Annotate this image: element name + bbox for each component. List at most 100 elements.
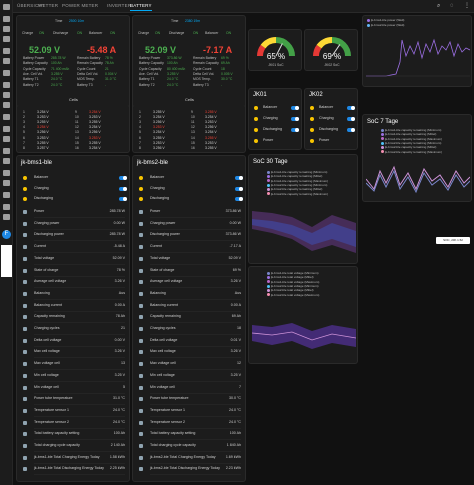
- battery-current: -5.48 A: [87, 45, 117, 55]
- row-label: jk-bms2-ble Total Discharging Energy Tod…: [150, 466, 220, 471]
- overview-icon[interactable]: [3, 16, 10, 22]
- jk-toggle[interactable]: [347, 117, 355, 121]
- left-row-label: Battery T1: [139, 77, 155, 82]
- row-label: Min cell voltage: [150, 372, 175, 377]
- legend-entry[interactable]: jk-bms2-ble total voltage (Maximum): [267, 293, 319, 297]
- row-value: 3.26 V: [114, 279, 125, 284]
- switch-label: Discharging: [150, 196, 169, 200]
- settings-icon[interactable]: [3, 136, 10, 142]
- row-value: 24.0 °C: [112, 419, 125, 424]
- card-title: SoC 7 Tage: [367, 119, 399, 125]
- jk-title: JK02: [309, 92, 323, 98]
- row-value: Aus: [234, 290, 241, 295]
- menu-icon[interactable]: [3, 4, 10, 10]
- notifications-icon[interactable]: [3, 192, 10, 198]
- media-icon[interactable]: [3, 82, 10, 88]
- cell-voltage: 3.257 V: [37, 145, 49, 150]
- row-icon: [23, 268, 27, 273]
- row-separator: [34, 462, 125, 464]
- legend-entry[interactable]: jk-bms2-ble capacity remaining (Maximum): [381, 150, 442, 154]
- switch-toggle[interactable]: [119, 197, 127, 201]
- right-row-value: 78 Ah: [105, 61, 114, 66]
- cell-voltage: 3.255 V: [205, 135, 217, 140]
- row-label: Total battery capacity setting: [34, 431, 80, 436]
- jk-toggle[interactable]: [291, 128, 299, 132]
- map-icon[interactable]: [3, 48, 10, 54]
- jk-row-icon: [310, 128, 314, 132]
- row-icon: [23, 315, 27, 320]
- search-icon[interactable]: ⌕: [437, 3, 443, 9]
- profile-icon[interactable]: [3, 204, 10, 210]
- row-value: 100 Ah: [113, 431, 125, 436]
- row-value: 3.25 V: [114, 372, 125, 377]
- logbook-icon[interactable]: [3, 58, 10, 64]
- row-value: 373.86 W: [225, 232, 241, 237]
- legend-entry[interactable]: jk-bms1-ble power (Watt): [367, 18, 404, 22]
- hacs-icon[interactable]: [3, 158, 10, 164]
- switch-toggle[interactable]: [235, 176, 243, 180]
- assist-icon[interactable]: ◌: [450, 3, 456, 9]
- cell-index: 12: [75, 125, 79, 130]
- jk-toggle[interactable]: [291, 117, 299, 121]
- row-separator: [150, 310, 241, 312]
- row-icon: [139, 467, 143, 472]
- switch-toggle[interactable]: [119, 186, 127, 191]
- right-row-value: 69 %: [221, 56, 229, 60]
- jk-row-label: Charging: [263, 116, 278, 120]
- terminal-icon[interactable]: [3, 102, 10, 108]
- row-separator: [150, 427, 241, 429]
- dashboard-icon[interactable]: [3, 26, 10, 32]
- legend-entry[interactable]: jk-bms2-ble power (Watt): [367, 23, 404, 27]
- discharge-label: Discharge: [169, 31, 185, 35]
- cells-card: 1 3.255 V 2 3.254 V 3 3.256 V 4 3.253 V 5 3.254 V…: [132, 105, 246, 153]
- developer-icon[interactable]: [3, 180, 10, 186]
- row-label: Total charging cycle capacity: [34, 443, 80, 447]
- legend-dot: [267, 293, 270, 297]
- cell-index: 11: [191, 120, 195, 125]
- energy-icon[interactable]: [3, 36, 10, 42]
- devices-icon[interactable]: [3, 126, 10, 132]
- switch-toggle[interactable]: [235, 197, 243, 201]
- row-icon: [139, 233, 143, 238]
- legend-entry[interactable]: jk-bms2-ble capacity remaining (Maximum): [267, 192, 328, 196]
- row-value: 1 840 Ah: [226, 443, 241, 447]
- gauge-name: JK02 SoC: [324, 63, 340, 67]
- right-row-label: Delta Cell Vol.: [77, 71, 99, 76]
- legend-dot: [267, 192, 270, 196]
- switch-toggle[interactable]: [119, 176, 127, 180]
- tab-battery[interactable]: BATTERY: [130, 3, 152, 11]
- legend-dot: [267, 271, 270, 275]
- row-icon: [23, 397, 27, 402]
- jk-toggle[interactable]: [347, 106, 355, 110]
- menu-icon[interactable]: [3, 214, 10, 220]
- code-icon[interactable]: [3, 148, 10, 154]
- row-value: 24.0 °C: [112, 407, 125, 412]
- file-icon[interactable]: [3, 170, 10, 176]
- row-label: Total voltage: [150, 255, 171, 260]
- battery-icon[interactable]: [3, 114, 10, 120]
- tab-wetter[interactable]: WETTER: [38, 3, 58, 8]
- row-separator: [150, 275, 241, 277]
- left-row-label: Ave. Cell Vol.: [23, 71, 44, 76]
- history-icon[interactable]: [3, 70, 10, 76]
- row-value: 2.25 kWh: [109, 466, 125, 471]
- jk-title: JK01: [253, 92, 267, 98]
- row-value: 0.00 A: [230, 302, 241, 307]
- jk-toggle[interactable]: [291, 106, 299, 110]
- todo-icon[interactable]: [3, 92, 10, 98]
- tab-inverter[interactable]: INVERTER: [107, 3, 131, 8]
- switch-toggle[interactable]: [235, 186, 243, 191]
- right-row-value: 31.0 °C: [105, 77, 117, 82]
- user-avatar[interactable]: F: [2, 230, 11, 239]
- jk-toggle[interactable]: [347, 128, 355, 132]
- soc-gauge-card: 69 % JK02 SoC: [304, 29, 358, 71]
- battery-voltage: 52.09 V: [145, 45, 177, 55]
- discharge-label: Discharge: [53, 31, 69, 35]
- row-value: -5.48 A: [113, 244, 125, 249]
- balancer-label: Balancer: [89, 31, 103, 35]
- row-icon: [139, 280, 143, 285]
- row-icon: [23, 467, 27, 472]
- tab-power-meter[interactable]: POWER METER: [62, 3, 98, 8]
- more-icon[interactable]: ⋮: [464, 3, 470, 9]
- legend-dot: [381, 137, 384, 141]
